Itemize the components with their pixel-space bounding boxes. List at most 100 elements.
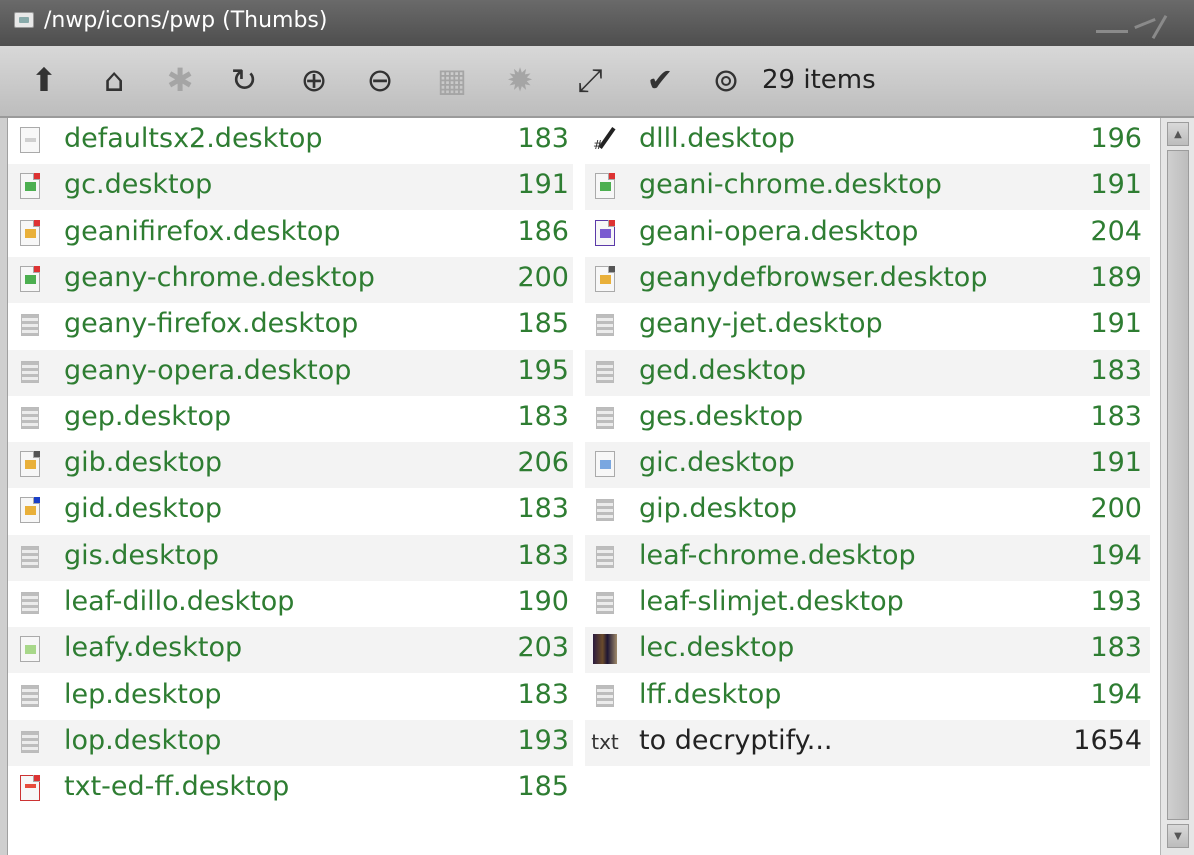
file-row[interactable]: gis.desktop 183 — [8, 534, 573, 581]
file-manager-window: /nwp/icons/pwp (Thumbs) ⬆ ⌂ ✱ ↻ ⊕ ⊖ ▦ ✹ … — [0, 0, 1194, 855]
file-name: gis.desktop — [64, 539, 219, 571]
file-row[interactable]: geany-jet.desktop 191 — [585, 303, 1150, 349]
window-title: /nwp/icons/pwp (Thumbs) — [44, 8, 328, 33]
vertical-scrollbar[interactable]: ▲ ▼ — [1160, 118, 1194, 855]
file-size: 189 — [1090, 261, 1142, 293]
file-size: 190 — [517, 586, 569, 617]
home-icon[interactable]: ⌂ — [92, 58, 136, 102]
text-grid-icon — [593, 404, 617, 432]
file-row[interactable]: txt to decryptify... 1654 — [585, 719, 1150, 766]
file-row[interactable]: geanifirefox.desktop 186 — [8, 211, 573, 257]
file-row[interactable]: lec.desktop 183 — [585, 627, 1150, 674]
file-name: geanydefbrowser.desktop — [639, 261, 988, 293]
file-row[interactable]: lff.desktop 194 — [585, 674, 1150, 720]
geany-opera-icon — [593, 219, 617, 247]
file-size: 206 — [517, 447, 569, 479]
zoom-out-icon[interactable]: ⊖ — [358, 58, 402, 102]
file-row[interactable]: geanydefbrowser.desktop 189 — [585, 256, 1150, 303]
text-grid-icon — [593, 589, 617, 617]
text-grid-icon — [593, 682, 617, 710]
thumbnails-icon[interactable]: ▦ — [430, 58, 474, 102]
refresh-icon[interactable]: ↻ — [222, 58, 266, 102]
file-size: 203 — [517, 632, 569, 664]
text-grid-icon — [18, 404, 42, 432]
file-size: 194 — [1090, 539, 1142, 571]
settings-icon[interactable]: ✹ — [498, 58, 542, 102]
file-row[interactable]: geany-chrome.desktop 200 — [8, 256, 573, 303]
file-row[interactable]: txt-ed-ff.desktop 185 — [8, 766, 573, 812]
scroll-thumb[interactable] — [1167, 150, 1189, 820]
file-row[interactable]: gib.desktop 206 — [8, 442, 573, 489]
file-row[interactable]: gip.desktop 200 — [585, 488, 1150, 534]
up-arrow-icon[interactable]: ⬆ — [22, 58, 66, 102]
file-name: gic.desktop — [639, 447, 795, 479]
file-row[interactable]: gep.desktop 183 — [8, 396, 573, 442]
geany-firefox-icon — [18, 219, 42, 247]
file-row[interactable]: geani-chrome.desktop 191 — [585, 164, 1150, 211]
file-row[interactable]: gid.desktop 183 — [8, 488, 573, 534]
text-grid-icon — [593, 543, 617, 571]
window-icon — [14, 12, 34, 28]
scroll-down-button[interactable]: ▼ — [1167, 824, 1189, 848]
file-name: lep.desktop — [64, 678, 222, 710]
file-row[interactable]: geani-opera.desktop 204 — [585, 211, 1150, 257]
file-size: 195 — [517, 354, 569, 386]
file-row[interactable]: leafy.desktop 203 — [8, 627, 573, 674]
file-size: 183 — [517, 123, 569, 154]
file-row[interactable]: ged.desktop 183 — [585, 349, 1150, 396]
file-row[interactable]: gic.desktop 191 — [585, 442, 1150, 489]
file-name: leaf-chrome.desktop — [639, 539, 916, 571]
file-size: 193 — [517, 724, 569, 756]
file-list: defaultsx2.desktop 183 gc.desktop 191 geanif… — [8, 118, 1160, 855]
file-row[interactable]: geany-opera.desktop 195 — [8, 349, 573, 396]
file-size: 183 — [517, 539, 569, 571]
file-name: geany-opera.desktop — [64, 354, 352, 386]
file-row[interactable]: geany-firefox.desktop 185 — [8, 303, 573, 349]
file-size: 200 — [1090, 493, 1142, 525]
file-row[interactable]: dlll.desktop 196 — [585, 118, 1150, 164]
file-name: gip.desktop — [639, 493, 798, 525]
file-row[interactable]: ges.desktop 183 — [585, 396, 1150, 442]
resize-icon[interactable]: ⤢ — [568, 58, 612, 102]
file-row[interactable]: leaf-dillo.desktop 190 — [8, 581, 573, 627]
geany-doc-icon — [593, 265, 617, 293]
scroll-up-button[interactable]: ▲ — [1167, 122, 1189, 146]
text-grid-icon — [18, 311, 42, 339]
file-row[interactable]: gc.desktop 191 — [8, 164, 573, 211]
file-size: 196 — [1090, 123, 1142, 154]
file-size: 185 — [517, 771, 569, 803]
zoom-in-icon[interactable]: ⊕ — [292, 58, 336, 102]
text-grid-icon — [593, 311, 617, 339]
checkmark-icon[interactable]: ✔ — [638, 58, 682, 102]
doc-blank-icon — [18, 126, 42, 154]
file-row[interactable]: leaf-slimjet.desktop 193 — [585, 581, 1150, 627]
file-row[interactable]: lop.desktop 193 — [8, 719, 573, 766]
lifebuoy-icon[interactable]: ⊚ — [704, 58, 748, 102]
geany-doc-blue-icon — [18, 496, 42, 524]
file-size: 200 — [517, 261, 569, 293]
pen-icon — [593, 126, 617, 154]
file-row[interactable]: defaultsx2.desktop 183 — [8, 118, 573, 164]
file-size: 191 — [1090, 447, 1142, 479]
minimize-button[interactable] — [1096, 30, 1128, 33]
text-grid-icon — [18, 589, 42, 617]
file-name: ged.desktop — [639, 354, 807, 386]
file-size: 183 — [517, 400, 569, 432]
file-name: geany-chrome.desktop — [64, 261, 375, 293]
text-grid-icon — [18, 543, 42, 571]
text-grid-icon — [18, 682, 42, 710]
geany-chrome-icon — [18, 172, 42, 200]
file-name: geany-jet.desktop — [639, 308, 883, 340]
file-name: to decryptify... — [639, 724, 833, 756]
file-name: lff.desktop — [639, 678, 782, 710]
file-size: 183 — [1090, 632, 1142, 664]
maximize-button[interactable] — [1134, 17, 1156, 30]
file-name: txt-ed-ff.desktop — [64, 771, 290, 803]
file-size: 185 — [517, 308, 569, 340]
file-row[interactable]: leaf-chrome.desktop 194 — [585, 534, 1150, 581]
file-name: leaf-slimjet.desktop — [639, 586, 904, 617]
file-name: geanifirefox.desktop — [64, 215, 341, 247]
file-row[interactable]: lep.desktop 183 — [8, 674, 573, 720]
pin-icon[interactable]: ✱ — [158, 58, 202, 102]
title-bar[interactable]: /nwp/icons/pwp (Thumbs) — [0, 0, 1194, 46]
